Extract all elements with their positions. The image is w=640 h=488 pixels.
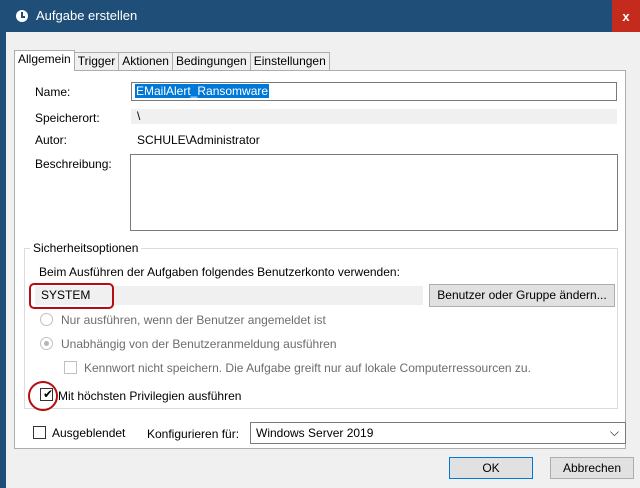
location-label: Speicherort:: [35, 111, 100, 125]
security-options-title: Sicherheitsoptionen: [30, 241, 142, 255]
radio-run-independent[interactable]: [40, 337, 53, 350]
radio-run-independent-label: Unabhängig von der Benutzeranmeldung aus…: [61, 337, 337, 351]
radio-run-logged-on-label: Nur ausführen, wenn der Benutzer angemel…: [61, 313, 326, 327]
ok-button[interactable]: OK: [449, 457, 533, 479]
task-scheduler-icon: [16, 10, 28, 22]
checkbox-hidden[interactable]: [33, 426, 46, 439]
account-prompt: Beim Ausführen der Aufgaben folgendes Be…: [39, 265, 400, 279]
description-label: Beschreibung:: [35, 157, 112, 171]
close-button[interactable]: x: [612, 0, 640, 32]
checkbox-hidden-label: Ausgeblendet: [52, 426, 126, 440]
description-textarea[interactable]: [130, 154, 618, 231]
tab-general[interactable]: Allgemein: [14, 50, 75, 71]
annotation-highlight-circle: [28, 381, 58, 411]
tab-bar: Allgemein Trigger Aktionen Bedingungen E…: [14, 50, 330, 71]
author-label: Autor:: [35, 133, 68, 147]
configure-for-value: Windows Server 2019: [256, 426, 374, 440]
name-label: Name:: [35, 85, 71, 99]
window-title: Aufgabe erstellen: [36, 8, 138, 23]
configure-for-select[interactable]: Windows Server 2019 ⌵: [250, 422, 626, 444]
author-value: SCHULE\Administrator: [137, 133, 260, 147]
tab-actions[interactable]: Aktionen: [118, 52, 173, 71]
title-bar: Aufgabe erstellen x: [6, 0, 640, 32]
location-field: [131, 109, 617, 124]
checkbox-highest-privileges-label: Mit höchsten Privilegien ausführen: [58, 389, 242, 403]
location-value: \: [137, 109, 141, 123]
cancel-button[interactable]: Abbrechen: [550, 457, 634, 479]
name-input[interactable]: EMailAlert_Ransomware: [131, 82, 617, 101]
change-user-button[interactable]: Benutzer oder Gruppe ändern...: [429, 284, 615, 307]
radio-run-logged-on[interactable]: [40, 313, 53, 326]
checkbox-no-password[interactable]: [64, 361, 77, 374]
tab-settings[interactable]: Einstellungen: [249, 52, 330, 71]
annotation-highlight-rectangle: [29, 283, 114, 309]
name-input-value: EMailAlert_Ransomware: [135, 84, 270, 98]
configure-for-label: Konfigurieren für:: [147, 427, 240, 441]
tab-conditions[interactable]: Bedingungen: [171, 52, 251, 71]
tab-trigger[interactable]: Trigger: [73, 52, 120, 71]
chevron-down-icon: ⌵: [609, 425, 619, 439]
checkbox-no-password-label: Kennwort nicht speichern. Die Aufgabe gr…: [84, 361, 531, 375]
